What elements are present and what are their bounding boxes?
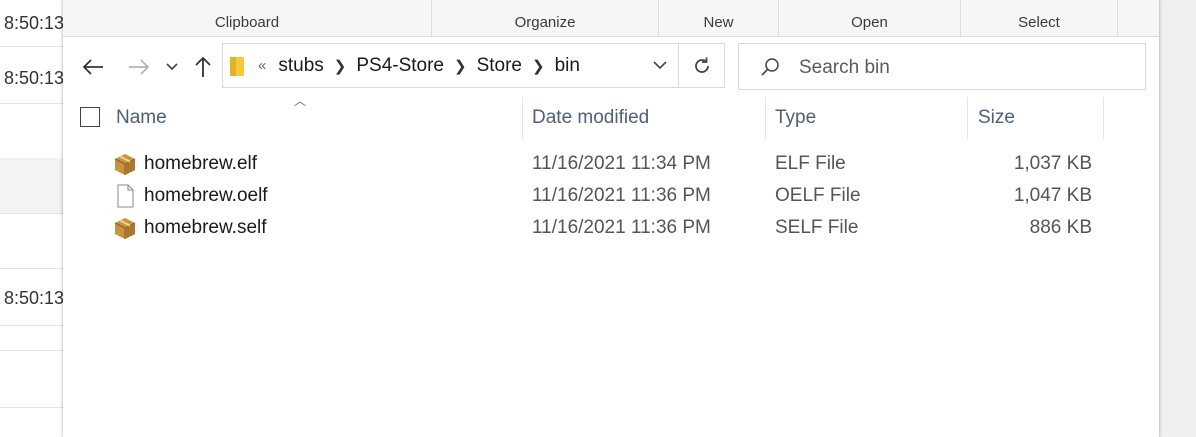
file-name: homebrew.self [144,217,267,238]
column-divider[interactable] [967,97,968,139]
search-box[interactable]: Search bin [738,43,1146,90]
bg-time: 8:50:13 [4,288,65,308]
chevron-down-icon [653,61,667,70]
chevron-down-icon [166,63,178,71]
file-name: homebrew.oelf [144,185,268,206]
arrow-up-icon [195,56,211,77]
arrow-left-icon [82,59,103,75]
recent-locations-button[interactable] [156,49,188,85]
ribbon-group-label: New [703,14,734,31]
breadcrumb: « stubs ❯ PS4-Store ❯ Store ❯ bin [258,44,580,87]
ribbon-group-select[interactable]: Select [961,0,1118,36]
refresh-icon [694,57,709,73]
column-header-size[interactable]: Size [978,97,1103,139]
bg-row [0,325,64,351]
package-icon [114,154,136,175]
ribbon-group-label: Organize [514,14,576,31]
file-type: OELF File [775,185,861,206]
column-header-type[interactable]: Type [775,97,967,139]
file-date: 11/16/2021 11:34 PM [532,153,711,174]
select-all-checkbox[interactable] [80,107,100,127]
file-type: ELF File [775,153,846,174]
ribbon: Clipboard Organize New Open Select [63,0,1159,37]
column-header-label: Date modified [532,107,650,128]
ribbon-group-clipboard[interactable]: Clipboard [63,0,432,36]
bg-time: 8:50:13 [4,68,65,88]
ribbon-group-label: Open [851,14,888,31]
column-header-label: Type [775,107,817,128]
column-divider[interactable] [1103,97,1104,139]
bg-row [0,350,64,408]
blank-file-icon [117,184,134,208]
bg-row [0,158,64,214]
file-date: 11/16/2021 11:36 PM [532,217,711,238]
chevron-right-icon[interactable]: ❯ [532,57,545,75]
desktop-edge [1159,0,1196,437]
search-placeholder: Search bin [799,57,890,78]
file-row[interactable]: homebrew.oelf 11/16/2021 11:36 PM OELF F… [63,180,1159,212]
package-icon [114,218,136,239]
back-button[interactable] [76,49,110,85]
ribbon-group-label: Clipboard [214,14,280,31]
refresh-button[interactable] [678,43,725,88]
bg-row [0,213,64,269]
folder-icon [230,57,244,76]
file-row[interactable]: homebrew.self 11/16/2021 11:36 PM SELF F… [63,212,1159,244]
breadcrumb-item-bin[interactable]: bin [555,55,580,77]
up-button[interactable] [186,49,220,85]
bg-row: 8:50:13 [0,46,64,104]
file-date: 11/16/2021 11:36 PM [532,185,711,206]
file-size: 1,037 KB [1013,153,1092,174]
address-bar[interactable]: « stubs ❯ PS4-Store ❯ Store ❯ bin [222,43,725,88]
file-name: homebrew.elf [144,153,258,174]
column-header-date[interactable]: Date modified [532,97,765,139]
file-explorer-window: Clipboard Organize New Open Select « stu… [63,0,1159,437]
breadcrumb-item-ps4-store[interactable]: PS4-Store [356,55,444,77]
column-header-name[interactable]: Name [116,97,522,139]
column-divider[interactable] [522,97,523,139]
file-type: SELF File [775,217,859,238]
background-window: 8:50:13 8:50:13 8:50:13 [0,0,64,437]
column-divider[interactable] [765,97,766,139]
address-history-dropdown[interactable] [643,44,677,87]
breadcrumb-item-store[interactable]: Store [477,55,522,77]
breadcrumb-overflow-button[interactable]: « [258,57,266,74]
search-icon [761,58,779,76]
bg-time: 8:50:13 [4,13,65,33]
forward-button[interactable] [122,49,156,85]
column-header-label: Size [978,107,1015,128]
chevron-right-icon[interactable]: ❯ [334,57,347,75]
bg-row: 8:50:13 [0,268,64,326]
ribbon-group-new[interactable]: New [659,0,779,36]
ribbon-group-organize[interactable]: Organize [432,0,659,36]
ribbon-group-label: Select [1018,14,1060,31]
ribbon-group-open[interactable]: Open [779,0,961,36]
breadcrumb-item-stubs[interactable]: stubs [278,55,323,77]
chevron-right-icon[interactable]: ❯ [454,57,467,75]
file-size: 886 KB [1029,217,1092,238]
file-size: 1,047 KB [1013,185,1092,206]
bg-row: 8:50:13 [0,0,64,47]
bg-row [0,103,64,159]
arrow-right-icon [129,59,150,75]
file-row[interactable]: homebrew.elf 11/16/2021 11:34 PM ELF Fil… [63,148,1159,180]
column-header-label: Name [116,107,167,128]
